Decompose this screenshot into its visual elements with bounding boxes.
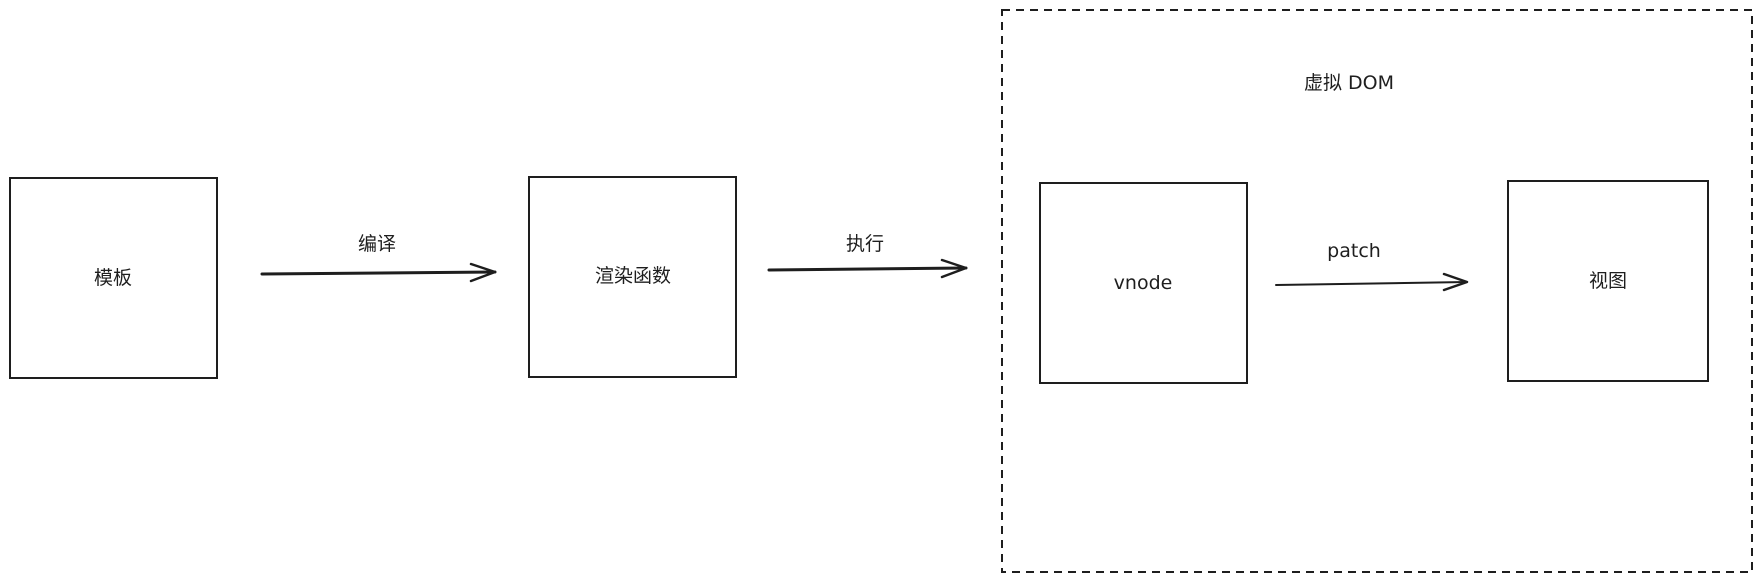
template-node[interactable]: 模板 bbox=[9, 177, 218, 379]
compile-edge[interactable]: 编译 bbox=[260, 233, 497, 283]
diagram-canvas: 虚拟 DOM 模板 渲染函数 vnode 视图 编译 执行 patch bbox=[9, 9, 1753, 573]
render-function-node-label: 渲染函数 bbox=[595, 265, 671, 287]
vnode-node[interactable]: vnode bbox=[1039, 182, 1248, 384]
patch-edge-line bbox=[1275, 281, 1468, 286]
compile-edge-label: 编译 bbox=[358, 233, 396, 255]
execute-edge[interactable]: 执行 bbox=[767, 233, 968, 279]
execute-edge-label: 执行 bbox=[846, 233, 884, 255]
execute-edge-line bbox=[767, 266, 968, 272]
template-node-label: 模板 bbox=[94, 267, 132, 289]
vnode-node-label: vnode bbox=[1114, 272, 1173, 294]
view-node-label: 视图 bbox=[1589, 270, 1627, 292]
patch-edge[interactable]: patch bbox=[1275, 240, 1469, 292]
patch-edge-label: patch bbox=[1327, 240, 1381, 262]
view-node[interactable]: 视图 bbox=[1507, 180, 1709, 382]
virtual-dom-group-label: 虚拟 DOM bbox=[1304, 72, 1394, 94]
compile-edge-line bbox=[260, 270, 497, 276]
render-function-node[interactable]: 渲染函数 bbox=[528, 176, 737, 378]
